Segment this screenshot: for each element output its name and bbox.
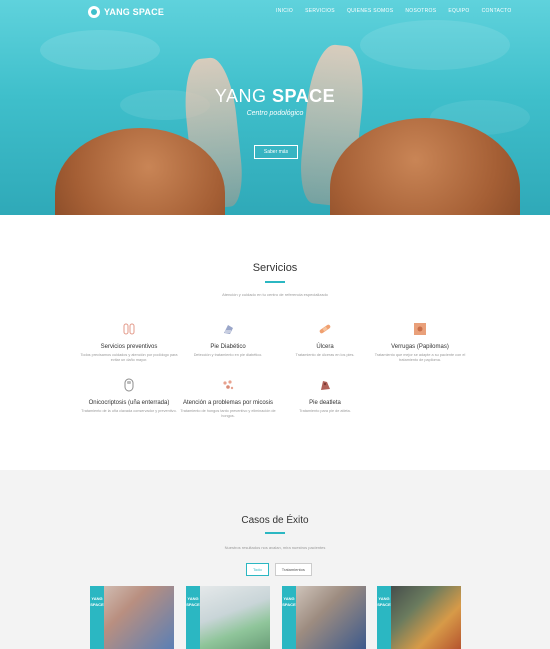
case-card-brand: YANG SPACE — [90, 596, 104, 607]
service-item[interactable]: Atención a problemas por micosis Tratami… — [178, 378, 278, 419]
case-card[interactable]: YANG SPACE — [186, 586, 270, 649]
service-text: Tratamiento de úlceras en los pies. — [295, 353, 355, 357]
athlete-foot-icon — [321, 381, 330, 390]
nav-item-equipo[interactable]: EQUIPO — [448, 8, 469, 14]
service-text: Tratamiento de hongos tanto preventivo y… — [180, 409, 276, 418]
service-name: Úlcera — [316, 344, 334, 350]
case-card[interactable]: YANG SPACE — [377, 586, 461, 649]
service-text: Tratamiento para pie de atleta. — [299, 409, 351, 413]
success-cases-title: Casos de Éxito — [241, 515, 309, 526]
hero-title: YANG SPACE — [0, 86, 550, 107]
hero-title-light: YANG — [214, 86, 272, 106]
case-card-brand: YANG SPACE — [282, 596, 296, 607]
logo[interactable]: YANG SPACE — [88, 6, 164, 18]
service-name: Servicios preventivos — [100, 344, 158, 350]
service-name: Pie Diabético — [210, 344, 246, 350]
case-card-brand: YANG SPACE — [377, 596, 391, 607]
service-item[interactable]: Pie Diabético Detección y tratamiento en… — [178, 322, 278, 358]
service-text: Detección y tratamiento en pie diabético… — [193, 353, 263, 357]
service-name: Verrugas (Papilomas) — [391, 344, 449, 350]
success-cases-description: Nuestros resultados nos avalan, mira nue… — [224, 545, 326, 550]
nav-item-inicio[interactable]: INICIO — [276, 8, 293, 14]
nav-item-contacto[interactable]: CONTACTO — [482, 8, 512, 14]
services-title: Servicios — [252, 262, 298, 274]
bandage-icon — [319, 324, 331, 334]
nav-item-quienes-somos[interactable]: QUIENES SOMOS — [347, 8, 393, 14]
success-cases-underline — [265, 532, 285, 534]
logo-icon — [88, 6, 100, 18]
filter-todo[interactable]: Todo — [246, 563, 269, 576]
water-ripple — [40, 30, 160, 70]
service-text: Todos precisamos cuidados y atención por… — [80, 353, 178, 362]
hero-title-bold: SPACE — [272, 86, 336, 106]
service-text: Tratamiento que mejor se adapte a su pac… — [374, 353, 466, 362]
nail-icon — [124, 378, 134, 392]
service-item[interactable]: Pie deatleta Tratamiento para pie de atl… — [275, 378, 375, 414]
service-name: Pie deatleta — [309, 400, 341, 406]
logo-text: YANG SPACE — [104, 7, 165, 17]
service-item[interactable]: Úlcera Tratamiento de úlceras en los pie… — [275, 322, 375, 358]
wart-icon — [414, 323, 426, 335]
service-item[interactable]: Servicios preventivos Todos precisamos c… — [79, 322, 179, 363]
top-nav: YANG SPACE INICIO SERVICIOS QUIENES SOMO… — [0, 0, 550, 26]
service-item[interactable]: Verrugas (Papilomas) Tratamiento que mej… — [370, 322, 470, 363]
service-item[interactable]: Onicocriptosis (uña enterrada) Tratamien… — [79, 378, 179, 414]
nav-item-nosotros[interactable]: NOSOTROS — [405, 8, 436, 14]
case-card[interactable]: YANG SPACE — [282, 586, 366, 649]
nav-item-servicios[interactable]: SERVICIOS — [305, 8, 335, 14]
services-title-underline — [265, 281, 285, 283]
service-name: Atención a problemas por micosis — [182, 400, 274, 406]
feet-icon — [123, 323, 135, 335]
main-menu: INICIO SERVICIOS QUIENES SOMOS NOSOTROS … — [276, 8, 512, 14]
fungus-icon — [223, 380, 234, 390]
hero-cta-button[interactable]: Saber más — [254, 145, 298, 159]
case-card[interactable]: YANG SPACE — [90, 586, 174, 649]
service-text: Tratamiento de la uña clavada conservado… — [81, 409, 177, 413]
hero-section: YANG SPACE INICIO SERVICIOS QUIENES SOMO… — [0, 0, 550, 215]
hero-subtitle: Centro podológico — [246, 110, 304, 117]
case-card-brand: YANG SPACE — [186, 596, 200, 607]
portfolio-filters: Todo Tratamientos — [246, 563, 312, 576]
water-ripple — [360, 20, 510, 70]
diabetic-foot-icon — [224, 325, 233, 334]
success-cases-section — [0, 470, 550, 649]
filter-tratamientos[interactable]: Tratamientos — [274, 563, 312, 576]
services-description: Atención y cuidado en tu centro de refer… — [222, 292, 328, 297]
page: YANG SPACE INICIO SERVICIOS QUIENES SOMO… — [0, 0, 550, 649]
service-name: Onicocriptosis (uña enterrada) — [88, 400, 170, 406]
